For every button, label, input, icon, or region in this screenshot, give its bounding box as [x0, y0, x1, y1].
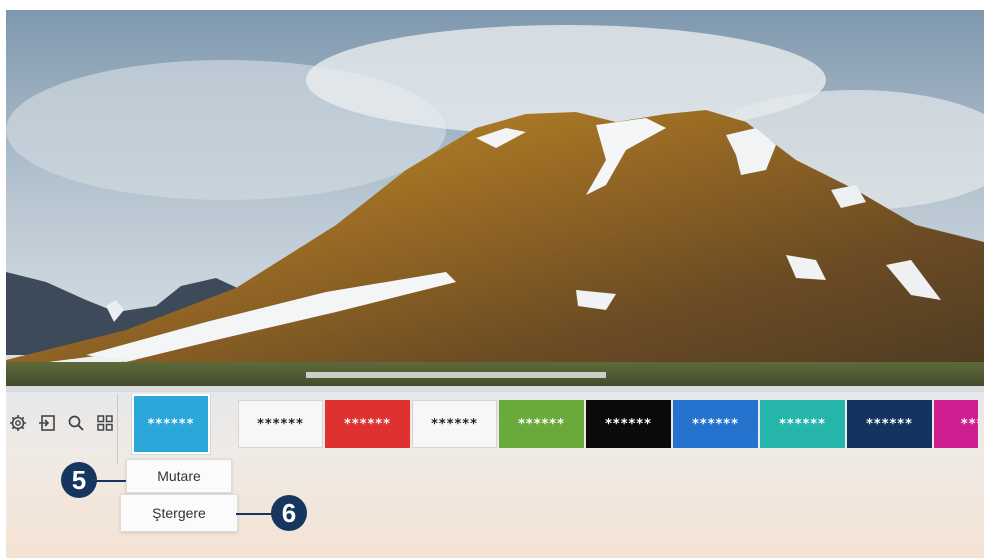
callout-line-move	[96, 480, 126, 482]
callout-badge-move: 5	[61, 462, 97, 498]
move-option[interactable]: Mutare	[126, 459, 232, 493]
app-tile[interactable]: ******	[673, 400, 758, 448]
callout-badge-delete: 6	[271, 495, 307, 531]
search-icon[interactable]	[66, 413, 86, 433]
system-icons	[8, 413, 115, 433]
app-tile[interactable]: ******	[132, 394, 210, 454]
app-tile[interactable]: ******	[325, 400, 410, 448]
apps-icon[interactable]	[95, 413, 115, 433]
app-tile[interactable]: ******	[586, 400, 671, 448]
delete-option[interactable]: Ştergere	[120, 494, 238, 532]
app-tile[interactable]: ******	[760, 400, 845, 448]
callout-line-delete	[236, 513, 273, 515]
app-tile[interactable]: ******	[412, 400, 497, 448]
settings-icon[interactable]	[8, 413, 28, 433]
app-tile[interactable]: ****	[934, 400, 978, 448]
app-tiles-row: ****** ****** ****** ****** ****** *****…	[126, 394, 978, 456]
source-icon[interactable]	[37, 413, 57, 433]
app-tile[interactable]: ******	[499, 400, 584, 448]
app-tile[interactable]: ******	[238, 400, 323, 448]
app-tile[interactable]: ******	[847, 400, 932, 448]
bar-divider	[117, 394, 118, 464]
